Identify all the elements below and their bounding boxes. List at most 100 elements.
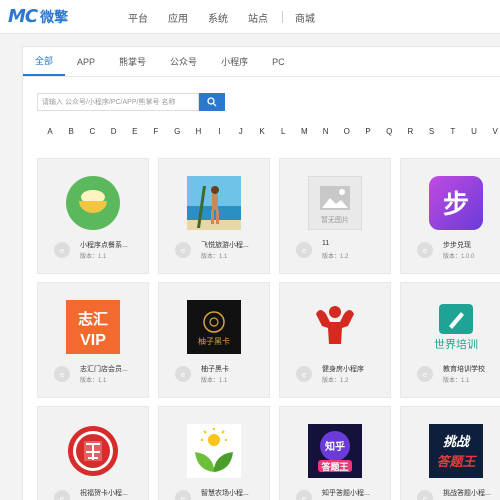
app-card[interactable]: 柚子黑卡 e 柚子黑卡 版本：1.1	[158, 282, 270, 398]
app-name: 柚子黑卡	[201, 366, 229, 373]
search-button[interactable]	[199, 93, 225, 111]
tab-bar: 全部 APP 熊掌号 公众号 小程序 PC	[23, 47, 500, 77]
alpha-letter-r[interactable]: R	[405, 127, 415, 136]
app-name: 小程序点餐系...	[80, 242, 128, 249]
icon-label: 暂无图片	[321, 215, 349, 224]
tab-pc[interactable]: PC	[260, 47, 297, 76]
svg-text:e: e	[181, 495, 185, 500]
publisher-avatar-icon: e	[417, 490, 433, 500]
youzi-card-icon: 柚子黑卡	[187, 300, 241, 354]
app-card[interactable]: 世界培训 e 教育培训学校 版本：1.1	[400, 282, 500, 398]
icon-label: 柚子黑卡	[198, 336, 230, 346]
tab-mini-program[interactable]: 小程序	[209, 47, 260, 76]
alpha-letter-a[interactable]: A	[45, 127, 55, 136]
alpha-letter-i[interactable]: I	[215, 127, 225, 136]
svg-text:e: e	[423, 247, 427, 255]
alpha-letter-p[interactable]: P	[363, 127, 373, 136]
app-name: 步步兑现	[443, 242, 471, 249]
app-card[interactable]: e 智慧农场小程... 版本：1.1	[158, 406, 270, 500]
tab-xiongzhang[interactable]: 熊掌号	[107, 47, 158, 76]
alpha-letter-t[interactable]: T	[448, 127, 458, 136]
vip-icon: 志汇 VIP	[66, 300, 120, 354]
app-version: 版本：1.1	[80, 378, 107, 384]
app-name: 飞悦旅游小程...	[201, 242, 249, 249]
app-card[interactable]: e 祝福贺卡小程... 版本：1.1	[37, 406, 149, 500]
main-panel: 全部 APP 熊掌号 公众号 小程序 PC A B C D E F G H I J K L M N O P Q R…	[22, 46, 500, 500]
logo[interactable]: MC 微擎	[8, 6, 68, 27]
svg-text:e: e	[302, 495, 306, 500]
icon-label: 挑战	[443, 434, 471, 449]
publisher-avatar-icon: e	[54, 490, 70, 500]
step-icon: 步	[429, 176, 483, 230]
icon-label: 知乎	[324, 440, 345, 453]
svg-text:e: e	[302, 371, 306, 379]
app-version: 版本：1.1	[80, 254, 107, 260]
icon-label: 答题王	[320, 461, 348, 472]
tab-official-account[interactable]: 公众号	[158, 47, 209, 76]
app-card[interactable]: e 飞悦旅游小程... 版本：1.1	[158, 158, 270, 274]
farm-sprout-icon	[187, 424, 241, 478]
nav-item-site[interactable]: 站点	[248, 10, 268, 25]
svg-text:e: e	[60, 371, 64, 379]
app-card[interactable]: 挑战 答题王 e 挑战答题小程... 版本：1.1	[400, 406, 500, 500]
alpha-letter-e[interactable]: E	[130, 127, 140, 136]
alpha-letter-f[interactable]: F	[151, 127, 161, 136]
publisher-avatar-icon: e	[54, 366, 70, 382]
app-card[interactable]: e 健身房小程序 版本：1.2	[279, 282, 391, 398]
app-name: 教育培训学校	[443, 366, 485, 373]
alpha-letter-c[interactable]: C	[87, 127, 97, 136]
education-icon: 世界培训	[429, 300, 483, 354]
alpha-letter-g[interactable]: G	[172, 127, 182, 136]
top-nav: 平台 应用 系统 站点 商城	[128, 0, 335, 34]
nav-item-system[interactable]: 系统	[208, 10, 228, 25]
svg-text:e: e	[60, 247, 64, 255]
publisher-avatar-icon: e	[175, 490, 191, 500]
app-name: 志汇门店会员...	[80, 366, 128, 373]
app-name: 知乎答题小程...	[322, 490, 370, 497]
nav-item-apps[interactable]: 应用	[168, 10, 188, 25]
svg-text:e: e	[181, 247, 185, 255]
alpha-letter-k[interactable]: K	[257, 127, 267, 136]
app-version: 版本：1.0.0	[443, 254, 475, 260]
alpha-letter-j[interactable]: J	[236, 127, 246, 136]
search-icon	[207, 97, 217, 107]
app-name: 11	[322, 240, 330, 247]
alpha-letter-v[interactable]: V	[490, 127, 500, 136]
fu-paper-cut-icon	[66, 424, 120, 478]
muscle-icon	[308, 300, 362, 354]
app-card[interactable]: 志汇 VIP e 志汇门店会员... 版本：1.1	[37, 282, 149, 398]
app-card[interactable]: e 小程序点餐系... 版本：1.1	[37, 158, 149, 274]
app-version: 版本：1.1	[201, 254, 228, 260]
app-name: 智慧农场小程...	[201, 490, 249, 497]
challenge-quiz-icon: 挑战 答题王	[429, 424, 483, 478]
publisher-avatar-icon: e	[296, 366, 312, 382]
nav-divider	[282, 11, 283, 23]
app-card[interactable]: 暂无图片 e 11 版本：1.2	[279, 158, 391, 274]
search-input[interactable]	[37, 93, 199, 111]
alpha-letter-s[interactable]: S	[427, 127, 437, 136]
alpha-letter-d[interactable]: D	[109, 127, 119, 136]
alpha-letter-l[interactable]: L	[278, 127, 288, 136]
icon-label: 步	[443, 189, 469, 219]
tab-all[interactable]: 全部	[23, 47, 66, 76]
alpha-letter-o[interactable]: O	[342, 127, 352, 136]
zhihu-quiz-icon: 知乎 答题王	[308, 424, 362, 478]
alpha-letter-m[interactable]: M	[299, 127, 309, 136]
alpha-letter-q[interactable]: Q	[384, 127, 394, 136]
search-bar	[37, 93, 225, 111]
icon-label: 世界培训	[434, 337, 478, 351]
nav-item-platform[interactable]: 平台	[128, 10, 148, 25]
app-card[interactable]: 步 e 步步兑现 版本：1.0.0	[400, 158, 500, 274]
alpha-letter-h[interactable]: H	[193, 127, 203, 136]
alpha-letter-n[interactable]: N	[321, 127, 331, 136]
app-version: 版本：1.2	[322, 378, 349, 384]
publisher-avatar-icon: e	[175, 242, 191, 258]
alpha-letter-b[interactable]: B	[66, 127, 76, 136]
top-bar: MC 微擎 平台 应用 系统 站点 商城	[0, 0, 500, 34]
nav-item-store[interactable]: 商城	[295, 10, 315, 25]
alpha-letter-u[interactable]: U	[469, 127, 479, 136]
tab-app[interactable]: APP	[65, 47, 107, 76]
logo-text: 微擎	[40, 8, 69, 25]
beach-photo-icon	[187, 176, 241, 230]
app-card[interactable]: 知乎 答题王 e 知乎答题小程... 版本：1.1	[279, 406, 391, 500]
